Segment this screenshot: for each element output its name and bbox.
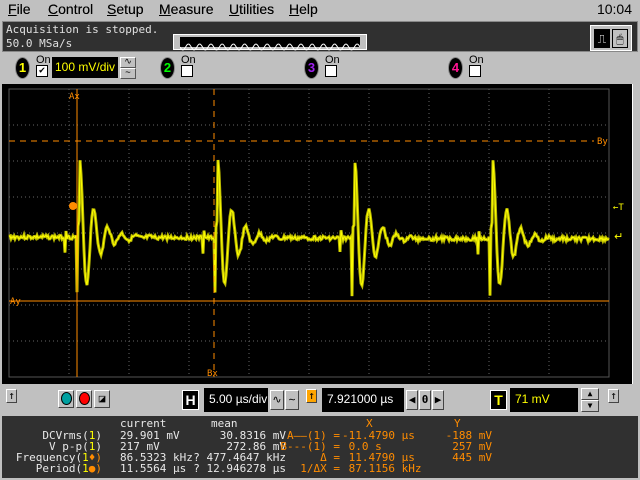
menu-mnemonic: M [159, 1, 171, 17]
menu-label-rest: easure [171, 1, 214, 17]
by-label: By [597, 137, 608, 147]
menu-help[interactable]: HelpHelp [289, 1, 318, 17]
menu-label-rest: elp [299, 1, 318, 17]
status-panel: Acquisition is stopped. 50.0 MSa/s ⎍ 🖱 [2, 21, 638, 52]
menu-file[interactable]: FileFile [8, 1, 31, 17]
channel-3-checkbox[interactable] [325, 65, 337, 77]
trigger-level-marker: ←T [613, 203, 624, 213]
delay-field[interactable]: 7.921000 µs [322, 388, 404, 412]
menu-measure[interactable]: MeasureMeasure [159, 1, 213, 17]
menu-setup[interactable]: SetupSetup [107, 1, 144, 17]
channel-1-ground-marker-icon: ↵ [614, 230, 623, 243]
trigger-level-field[interactable]: 71 mV [510, 388, 578, 412]
zoom-window-button[interactable]: ◪ [94, 390, 110, 408]
menu-label-rest: etup [116, 1, 143, 17]
waveform-display[interactable]: Ax Bx Ay By ←T ↵ [2, 84, 632, 384]
menu-label-rest: ile [17, 1, 31, 17]
ay-label: Ay [10, 297, 21, 307]
channel-1-trace-envelope [9, 160, 609, 296]
channel-3-badge[interactable]: 3 [304, 57, 319, 79]
mouse-icon[interactable]: 🖱 [612, 29, 628, 48]
timebase-fine-button[interactable]: ∿ [270, 390, 284, 410]
channel-2-badge[interactable]: 2 [160, 57, 175, 79]
bx-label: Bx [207, 369, 218, 379]
clock: 10:04 [597, 1, 632, 17]
pulse-mode-icon[interactable]: ⎍ [594, 29, 610, 48]
ac-coupling-button[interactable]: ∿ [120, 57, 136, 68]
channel-number: 1 [82, 462, 89, 475]
menu-mnemonic: C [48, 1, 58, 17]
menu-label-overlay: File [8, 1, 31, 17]
menu-label-overlay: Help [289, 1, 318, 17]
trigger-up-button[interactable]: ▲ [581, 388, 599, 400]
measurement-current: 11.5564 µs [120, 463, 186, 474]
header-current: current [120, 418, 166, 429]
trigger-t-button[interactable]: T [490, 390, 507, 410]
dc-coupling-button[interactable]: ~ [120, 68, 136, 79]
menu-mnemonic: S [107, 1, 116, 17]
timebase-field[interactable]: 5.00 µs/div [204, 388, 268, 412]
header-y: Y [454, 418, 461, 429]
cyan-circle-icon [61, 392, 72, 405]
delay-zero-button[interactable]: 0 [419, 390, 431, 410]
graticule: Ax Bx Ay By ←T ↵ [2, 84, 632, 384]
trigger-down-button[interactable]: ▼ [581, 400, 599, 412]
measurement-marker [69, 202, 77, 210]
scroll-bar[interactable] [632, 84, 640, 384]
measurement-name[interactable]: Period(1●) [36, 463, 102, 474]
cursor-x-value: 87.1156 kHz [342, 463, 421, 474]
channel-1-badge[interactable]: 1 [15, 57, 30, 79]
menu-label-overlay: Control [48, 1, 93, 17]
mode-buttons: ⎍ 🖱 [590, 25, 632, 51]
timebase-coarse-button[interactable]: ∼ [285, 390, 299, 410]
channel-2-checkbox[interactable] [181, 65, 193, 77]
waveform-overview[interactable] [173, 34, 367, 50]
red-dot-button[interactable] [76, 390, 92, 408]
channel-4-badge[interactable]: 4 [448, 57, 463, 79]
menu-mnemonic: U [229, 1, 239, 17]
menu-label-overlay: Utilities [229, 1, 274, 17]
red-circle-icon [79, 392, 90, 405]
channel-1-scale[interactable]: 100 mV/div [52, 57, 118, 78]
menu-label-overlay: Setup [107, 1, 144, 17]
horizontal-h-button[interactable]: H [182, 390, 199, 410]
channel-4-checkbox[interactable] [469, 65, 481, 77]
measurements-panel: current mean X Y DCVrms(1)29.901 mV30.83… [2, 416, 638, 478]
channel-1-checkbox[interactable]: ✔ [36, 65, 48, 77]
delay-left-button[interactable]: ◀ [406, 390, 418, 410]
channel-bar: 1 On ✔ 100 mV/div ∿ ~ 2 On 3 On 4 On [2, 52, 638, 84]
cursor-label: 1/ΔX = [300, 463, 340, 474]
menu-mnemonic: F [8, 1, 17, 17]
header-x: X [366, 418, 373, 429]
header-mean: mean [211, 418, 238, 429]
measurement-suffix: ●) [89, 462, 102, 475]
cursor-y-value: 445 mV [452, 452, 492, 463]
menu-control[interactable]: ControlControl [48, 1, 93, 17]
delay-reference-button[interactable]: ↑ [306, 389, 317, 403]
menu-bar: FileFile ControlControl SetupSetup MeasureM… [0, 0, 640, 20]
delay-right-button[interactable]: ▶ [432, 390, 444, 410]
ax-label: Ax [69, 92, 80, 102]
acquisition-status: Acquisition is stopped. [6, 23, 158, 36]
cyan-dot-button[interactable] [58, 390, 74, 408]
menu-label-rest: ontrol [58, 1, 93, 17]
sample-rate: 50.0 MSa/s [6, 37, 72, 50]
menu-label-overlay: Measure [159, 1, 213, 17]
menu-label-rest: tilities [239, 1, 274, 17]
right-arrow-up-button[interactable]: ↑ [608, 389, 619, 403]
left-arrow-up-button[interactable]: ↑ [6, 389, 17, 403]
horizontal-toolbar: ↑ ◪ H 5.00 µs/div ∿ ∼ ↑ 7.921000 µs ◀ 0 … [2, 385, 638, 415]
measurement-mean: ? 12.946278 µs [193, 463, 286, 474]
menu-mnemonic: H [289, 1, 299, 17]
menu-utilities[interactable]: UtilitiesUtilities [229, 1, 274, 17]
sine-wave-icon [180, 42, 360, 52]
measurement-label: Period( [36, 462, 82, 475]
